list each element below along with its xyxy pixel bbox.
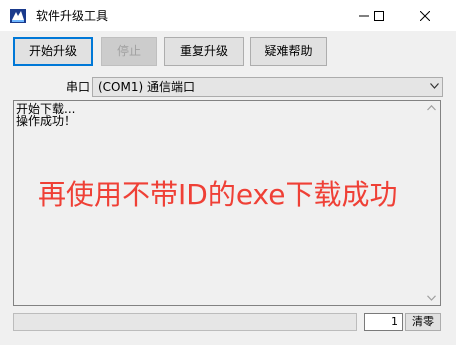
repeat-upgrade-button[interactable]: 重复升级 [164,37,244,66]
clear-button[interactable]: 清零 [405,313,441,331]
port-label: 串口 [66,80,91,94]
vertical-scrollbar[interactable] [423,101,440,305]
annotation-text: 再使用不带ID的exe下载成功 [38,178,398,211]
port-select-value: (COM1) 通信端口 [98,80,195,94]
maximize-icon [374,10,384,21]
window-title: 软件升级工具 [36,9,109,23]
progress-bar [13,313,357,331]
start-upgrade-button[interactable]: 开始升级 [13,37,93,66]
close-icon [420,10,430,21]
help-button[interactable]: 疑难帮助 [250,37,327,66]
main-window: 软件升级工具 开始升级 停止 重复升级 疑难帮助 串口 (COM1) 通信端口 … [0,0,456,345]
close-button[interactable] [402,0,448,31]
stop-button[interactable]: 停止 [101,37,157,66]
log-line: 操作成功！ [16,114,77,128]
port-select[interactable]: (COM1) 通信端口 [92,77,443,97]
maximize-button[interactable] [356,0,402,31]
chevron-down-icon [430,83,439,89]
scroll-up-icon[interactable] [427,105,436,111]
scroll-down-icon[interactable] [427,295,436,301]
count-field: 1 [364,313,403,331]
app-icon [10,9,26,23]
title-bar: 软件升级工具 [0,0,456,31]
